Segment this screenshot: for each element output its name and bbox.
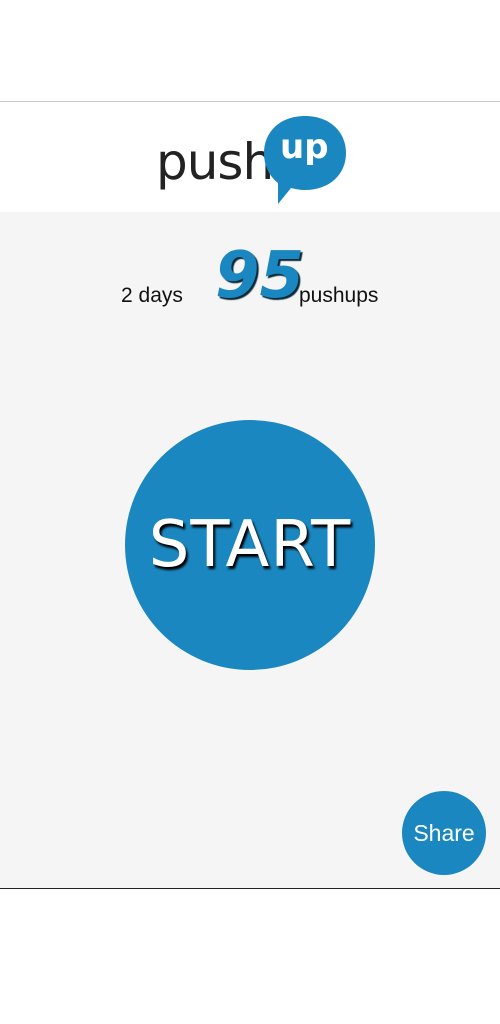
logo-text-push: push [156, 133, 274, 191]
start-button[interactable]: START [125, 420, 375, 670]
pushup-count: 95 [215, 239, 305, 313]
main-content: 2 days 95 pushups START Share [0, 212, 500, 888]
logo-text-up: up [280, 127, 329, 167]
share-button-label: Share [413, 819, 475, 846]
app-logo: push up [150, 112, 350, 207]
pushup-stats: 2 days 95 pushups [0, 242, 500, 322]
share-button[interactable]: Share [402, 791, 486, 875]
app-screen: push up 2 days 95 pushups START Share [0, 0, 500, 1024]
pushups-unit-label: pushups [299, 284, 379, 307]
bottom-divider [0, 888, 500, 889]
start-button-label: START [148, 508, 352, 582]
app-header: push up [0, 102, 500, 212]
days-label: 2 days [121, 284, 183, 307]
